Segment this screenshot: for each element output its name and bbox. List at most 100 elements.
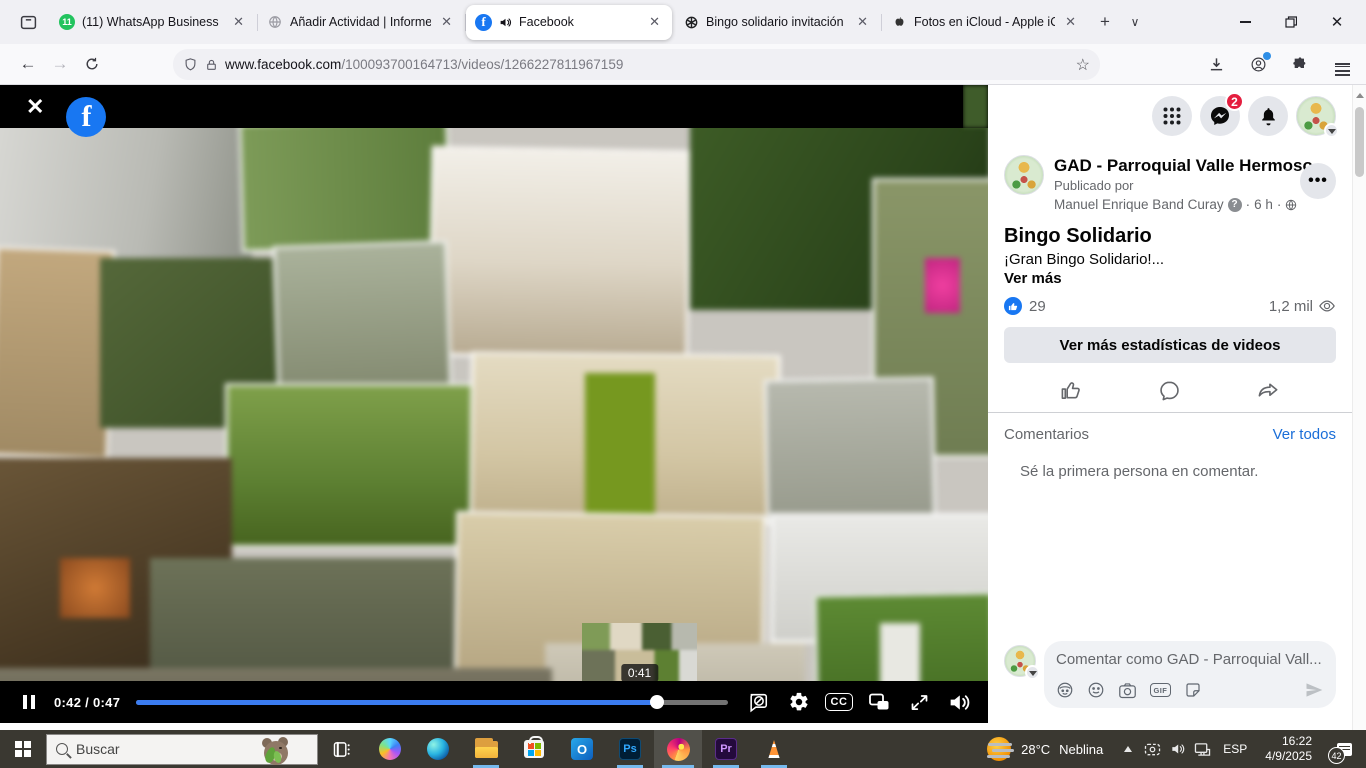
microsoft-store-button[interactable] [510, 730, 558, 768]
post-section: GAD - Parroquial Valle Hermoso Publicado… [988, 147, 1352, 412]
emoji-icon[interactable] [1087, 681, 1105, 699]
notifications-bell-icon[interactable] [1248, 96, 1288, 136]
notification-center-button[interactable]: 42 [1322, 730, 1366, 768]
comment-input[interactable]: Comentar como GAD - Parroquial Vall... G… [1044, 641, 1336, 708]
see-more-link[interactable]: Ver más [1004, 270, 1336, 287]
downloads-icon[interactable] [1200, 49, 1232, 79]
avatar-sticker-icon[interactable] [1056, 681, 1074, 699]
like-count[interactable]: 29 [1029, 298, 1046, 315]
tab-close-icon[interactable]: ✕ [230, 12, 247, 32]
menu-icon[interactable] [1326, 49, 1358, 79]
send-comment-icon[interactable] [1304, 680, 1324, 700]
window-minimize-button[interactable] [1222, 2, 1268, 42]
tab-whatsapp[interactable]: 11 (11) WhatsApp Business ✕ [50, 5, 256, 40]
profile-menu[interactable] [1296, 96, 1336, 136]
player-top-bar: ✕ f [0, 85, 963, 128]
tray-network-icon[interactable] [1190, 730, 1215, 768]
tray-volume-icon[interactable] [1165, 730, 1190, 768]
comments-disabled-icon[interactable] [744, 687, 774, 717]
language-indicator[interactable]: ESP [1215, 742, 1255, 756]
tab-close-icon[interactable]: ✕ [854, 12, 871, 32]
gif-icon[interactable]: GIF [1150, 683, 1171, 697]
composer-avatar[interactable] [1004, 645, 1036, 677]
tab-list-dropdown-icon[interactable]: ∨ [1120, 7, 1150, 37]
tray-capture-icon[interactable] [1140, 730, 1165, 768]
page-scrollbar[interactable] [1352, 85, 1366, 730]
account-icon[interactable] [1242, 49, 1274, 79]
firefox-view-icon[interactable] [12, 6, 44, 38]
edge-button[interactable] [414, 730, 462, 768]
forward-button[interactable]: → [44, 49, 76, 79]
captions-icon[interactable]: CC [824, 687, 854, 717]
volume-icon[interactable] [944, 687, 974, 717]
lock-icon[interactable] [205, 58, 218, 72]
tray-expand-chevron[interactable] [1115, 730, 1140, 768]
fullscreen-icon[interactable] [904, 687, 934, 717]
window-restore-button[interactable] [1268, 2, 1314, 42]
window-close-button[interactable]: ✕ [1314, 2, 1360, 42]
messenger-icon[interactable]: 2 [1200, 96, 1240, 136]
apps-grid-icon[interactable] [1152, 96, 1192, 136]
share-button[interactable] [1257, 379, 1280, 402]
page-avatar[interactable] [1004, 155, 1044, 195]
scrollbar-thumb[interactable] [1355, 107, 1364, 177]
new-tab-button[interactable]: + [1090, 7, 1120, 37]
tab-audio-icon[interactable] [499, 16, 512, 29]
seek-preview-time: 0:41 [621, 664, 658, 682]
globe-privacy-icon [1285, 199, 1297, 211]
reload-button[interactable] [76, 49, 108, 79]
author-name[interactable]: Manuel Enrique Band Curay [1054, 197, 1224, 214]
post-actions-row [1004, 373, 1336, 412]
start-button[interactable] [0, 730, 46, 768]
pause-button[interactable] [14, 687, 44, 717]
camera-icon[interactable] [1118, 682, 1137, 699]
see-all-comments-link[interactable]: Ver todos [1273, 426, 1336, 443]
url-field[interactable]: www.facebook.com/100093700164713/videos/… [173, 49, 1100, 80]
tab-bingo-invitacion[interactable]: Bingo solidario invitación ✕ [674, 5, 880, 40]
firefox-button-active[interactable] [654, 730, 702, 768]
tab-close-icon[interactable]: ✕ [438, 12, 455, 32]
settings-gear-icon[interactable] [784, 687, 814, 717]
chatgpt-icon [683, 14, 699, 30]
like-reaction-icon[interactable] [1004, 297, 1022, 315]
taskbar-weather[interactable]: 28°C Neblina [974, 730, 1115, 768]
task-view-button[interactable] [318, 730, 366, 768]
search-highlight-bear[interactable] [261, 737, 291, 765]
tab-facebook-active[interactable]: f Facebook ✕ [466, 5, 672, 40]
video-controls: 0:42 / 0:47 CC [0, 681, 988, 723]
page-name[interactable]: GAD - Parroquial Valle Hermoso [1054, 155, 1313, 176]
comment-button[interactable] [1158, 379, 1181, 402]
like-button[interactable] [1060, 379, 1083, 402]
facebook-logo[interactable]: f [66, 97, 106, 137]
file-explorer-button[interactable] [462, 730, 510, 768]
video-collage[interactable] [0, 128, 988, 681]
photoshop-button[interactable]: Ps [606, 730, 654, 768]
taskbar-clock[interactable]: 16:22 4/9/2025 [1255, 734, 1322, 764]
bookmark-star-icon[interactable]: ☆ [1076, 55, 1090, 75]
video-player[interactable]: ✕ f 0:41 0:42 / 0:47 CC [0, 85, 988, 723]
sticker-icon[interactable] [1184, 681, 1202, 699]
vlc-button[interactable] [750, 730, 798, 768]
search-placeholder: Buscar [76, 741, 120, 757]
tab-icloud[interactable]: Fotos en iCloud - Apple iClou ✕ [882, 5, 1088, 40]
tab-close-icon[interactable]: ✕ [1062, 12, 1079, 32]
outlook-button[interactable]: O [558, 730, 606, 768]
copilot-button[interactable] [366, 730, 414, 768]
taskbar-search[interactable]: Buscar [46, 734, 318, 765]
post-more-options-button[interactable]: ••• [1300, 163, 1336, 199]
progress-knob[interactable] [650, 695, 664, 709]
tab-close-icon[interactable]: ✕ [646, 12, 663, 32]
tab-informes[interactable]: Añadir Actividad | Informes Mens ✕ [258, 5, 464, 40]
scroll-up-arrow[interactable] [1356, 93, 1364, 98]
video-stats-button[interactable]: Ver más estadísticas de videos [1004, 327, 1336, 363]
post-time[interactable]: 6 h [1254, 197, 1273, 214]
url-text: www.facebook.com/100093700164713/videos/… [225, 57, 1069, 72]
premiere-button[interactable]: Pr [702, 730, 750, 768]
time-display: 0:42 / 0:47 [54, 695, 120, 710]
shield-icon[interactable] [183, 57, 198, 72]
picture-in-picture-icon[interactable] [864, 687, 894, 717]
extensions-icon[interactable] [1284, 49, 1316, 79]
progress-bar[interactable] [136, 700, 728, 705]
back-button[interactable]: ← [12, 49, 44, 79]
close-video-icon[interactable]: ✕ [26, 94, 44, 120]
